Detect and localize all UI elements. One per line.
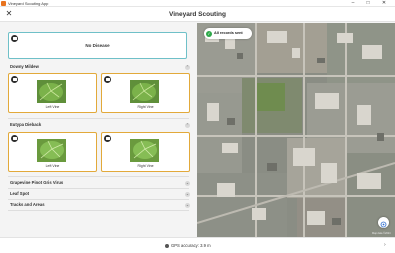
check-circle-icon: ✓ bbox=[206, 30, 212, 37]
maximize-icon[interactable]: □ bbox=[362, 0, 374, 7]
chevron-down-icon[interactable]: ⌄ bbox=[185, 202, 190, 208]
left-vine-card[interactable]: Left Vine bbox=[8, 73, 97, 113]
satellite-imagery bbox=[197, 23, 395, 237]
satellite-map[interactable]: ✓ All records sent Map data ©2024 bbox=[197, 23, 395, 237]
section-header-grapevine-pinot-gris-virus[interactable]: Grapevine Pinot Gris Virus ⌄ bbox=[10, 179, 190, 187]
disease-panel: No Disease Downy Mildew ⌃ Left Vine Righ… bbox=[0, 23, 197, 237]
section-title: Grapevine Pinot Gris Virus bbox=[10, 180, 64, 185]
app-logo-icon bbox=[1, 1, 6, 6]
camera-icon[interactable] bbox=[11, 76, 18, 83]
section-header-leaf-spot[interactable]: Leaf Spot ⌄ bbox=[10, 190, 190, 198]
gps-icon bbox=[165, 243, 169, 248]
chevron-right-icon[interactable]: › bbox=[384, 238, 386, 253]
leaf-photo bbox=[130, 139, 159, 162]
sync-status-text: All records sent bbox=[214, 31, 243, 35]
divider bbox=[8, 176, 189, 177]
no-disease-card[interactable]: No Disease bbox=[8, 32, 187, 59]
vine-label: Right Vine bbox=[137, 164, 154, 168]
gps-accuracy: GPS accuracy: 3.9 m bbox=[165, 238, 211, 253]
section-header-eutypa-dieback[interactable]: Eutypa Dieback ⌃ bbox=[10, 121, 190, 129]
camera-icon[interactable] bbox=[104, 135, 111, 142]
section-title: Downy Mildew bbox=[10, 64, 39, 69]
chevron-up-icon[interactable]: ⌃ bbox=[185, 64, 190, 70]
status-footer: GPS accuracy: 3.9 m › bbox=[0, 237, 395, 253]
app-header: ✕ Vineyard Scouting bbox=[0, 7, 395, 22]
divider bbox=[8, 210, 189, 211]
window-title: Vineyard Scouting App bbox=[8, 1, 49, 6]
page-title: Vineyard Scouting bbox=[169, 11, 226, 18]
leaf-photo bbox=[130, 80, 159, 103]
minimize-icon[interactable]: – bbox=[347, 0, 359, 7]
right-vine-card[interactable]: Right Vine bbox=[101, 73, 190, 113]
divider bbox=[8, 118, 189, 119]
close-window-icon[interactable]: ✕ bbox=[378, 0, 390, 7]
vine-label: Left Vine bbox=[45, 105, 60, 109]
vine-label: Right Vine bbox=[137, 105, 154, 109]
right-vine-card[interactable]: Right Vine bbox=[101, 132, 190, 172]
vine-label: Left Vine bbox=[45, 164, 60, 168]
camera-icon[interactable] bbox=[11, 135, 18, 142]
section-title: Leaf Spot bbox=[10, 191, 30, 196]
leaf-photo bbox=[37, 139, 66, 162]
section-header-downy-mildew[interactable]: Downy Mildew ⌃ bbox=[10, 63, 190, 71]
chevron-down-icon[interactable]: ⌄ bbox=[185, 180, 190, 186]
chevron-up-icon[interactable]: ⌃ bbox=[185, 122, 190, 128]
divider bbox=[8, 188, 189, 189]
section-title: Eutypa Dieback bbox=[10, 122, 42, 127]
section-header-tracks-and-areas[interactable]: Tracks and Areas ⌄ bbox=[10, 201, 190, 209]
sync-status-pill: ✓ All records sent bbox=[204, 28, 252, 39]
section-title: Tracks and Areas bbox=[10, 202, 45, 207]
chevron-down-icon[interactable]: ⌄ bbox=[185, 191, 190, 197]
crosshair-icon bbox=[380, 221, 387, 228]
divider bbox=[8, 199, 189, 200]
no-disease-label: No Disease bbox=[85, 43, 110, 48]
map-attribution: Map data ©2024 bbox=[372, 232, 391, 235]
window-titlebar: Vineyard Scouting App – □ ✕ bbox=[0, 0, 395, 7]
leaf-photo bbox=[37, 80, 66, 103]
gps-accuracy-text: GPS accuracy: 3.9 m bbox=[171, 243, 211, 248]
locate-button[interactable] bbox=[378, 217, 389, 228]
camera-icon[interactable] bbox=[104, 76, 111, 83]
left-vine-card[interactable]: Left Vine bbox=[8, 132, 97, 172]
